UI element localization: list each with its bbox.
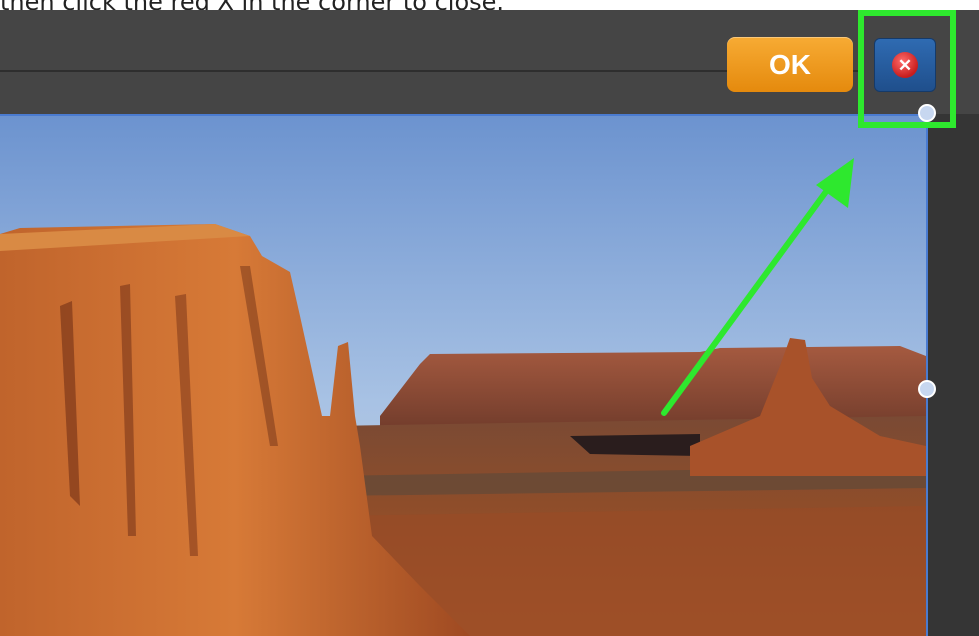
close-button[interactable]: ✕ [874,38,936,92]
instruction-caption: then click the red X in the corner to cl… [0,0,979,10]
right-panel-strip [928,114,979,636]
resize-handle-right[interactable] [918,380,936,398]
image-editor-window: OK ✕ [0,10,979,636]
resize-handle-top-right[interactable] [918,104,936,122]
close-icon: ✕ [892,52,918,78]
ok-button[interactable]: OK [727,37,853,92]
editor-toolbar: OK ✕ [0,10,979,114]
image-canvas [0,114,928,636]
landscape-photo [0,116,926,636]
